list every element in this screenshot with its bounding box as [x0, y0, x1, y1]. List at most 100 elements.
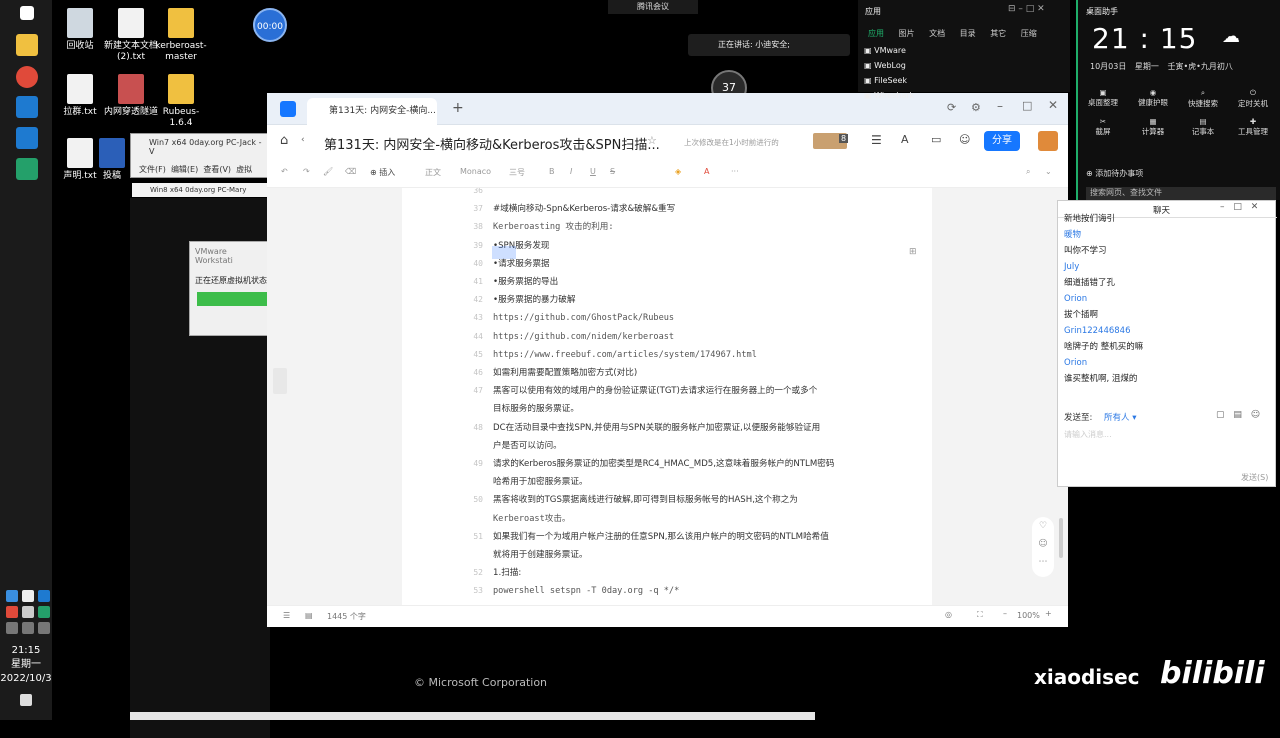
recipient-select[interactable]: 所有人 ▾: [1104, 411, 1136, 423]
vm-menu-file[interactable]: 文件(F): [139, 165, 166, 174]
more-icon[interactable]: ···: [731, 167, 739, 176]
taskbar-clock[interactable]: 21:15 星期一 2022/10/3: [0, 644, 52, 686]
wifi-icon[interactable]: [22, 590, 34, 602]
text-color-icon[interactable]: A: [704, 167, 709, 176]
chat-username[interactable]: July: [1064, 261, 1079, 273]
bold-icon[interactable]: B: [549, 167, 555, 176]
tab-zip[interactable]: 压缩: [1021, 29, 1037, 38]
chrome-icon[interactable]: [16, 66, 38, 88]
chat-username[interactable]: 暖物: [1064, 229, 1081, 241]
tool-eye-care[interactable]: ◉ 健康护眼: [1128, 88, 1178, 109]
scrollbar[interactable]: [1059, 518, 1063, 558]
tool-desktop-organize[interactable]: ▣ 桌面整理: [1078, 88, 1128, 109]
doc-page[interactable]: 36 37 #域横向移动-Spn&Kerberos-请求&破解&重写 38 Kerber…: [402, 188, 932, 605]
tool-notepad[interactable]: ▤ 记事本: [1178, 117, 1228, 137]
app-icon[interactable]: [16, 96, 38, 118]
tool-screenshot[interactable]: ✂ 截屏: [1078, 117, 1128, 137]
zoom-out-icon[interactable]: –: [1003, 609, 1007, 618]
close-icon[interactable]: ✕: [1048, 98, 1058, 112]
tab-dirs[interactable]: 目录: [960, 29, 976, 38]
desktop-icon[interactable]: kerberoast-master: [153, 8, 209, 63]
format-painter-icon[interactable]: 🖌: [323, 167, 333, 176]
volume-icon[interactable]: [38, 622, 50, 634]
strike-icon[interactable]: S: [610, 167, 615, 176]
chat-username[interactable]: Orion: [1064, 357, 1087, 369]
zoom-level[interactable]: 100%: [1017, 611, 1040, 620]
display-icon[interactable]: [6, 622, 18, 634]
app-icon-2[interactable]: [16, 158, 38, 180]
app-item[interactable]: ▣ FileSeek: [864, 73, 914, 88]
photo-icon[interactable]: [16, 127, 38, 149]
zoom-in-icon[interactable]: +: [1045, 609, 1052, 618]
undo-icon[interactable]: ↶: [281, 167, 288, 176]
app-item[interactable]: ▣ Wireshark: [864, 88, 914, 103]
folder-icon[interactable]: [16, 34, 38, 56]
desktop-icon[interactable]: 回收站: [52, 8, 108, 52]
avatar[interactable]: [1038, 131, 1058, 151]
tab-apps[interactable]: 应用: [868, 29, 884, 38]
doc-tab[interactable]: 第131天: 内网安全-横向...: [307, 98, 437, 125]
speaker-icon[interactable]: [22, 606, 34, 618]
settings-icon[interactable]: ⚙: [971, 101, 981, 114]
menu-icon[interactable]: ☰: [871, 133, 882, 147]
vm-menu-vm[interactable]: 虚拟: [236, 165, 252, 174]
app-item[interactable]: ▣ VMware: [864, 43, 914, 58]
underline-icon[interactable]: U: [590, 167, 596, 176]
vm-window-jack[interactable]: Win7 x64 0day.org PC-Jack - V 文件(F) 编辑(E…: [130, 133, 270, 178]
highlight-icon[interactable]: ◈: [675, 167, 681, 176]
outline-toggle[interactable]: [273, 368, 287, 394]
chat-input[interactable]: 请输入消息...: [1064, 429, 1112, 440]
assistant-search[interactable]: 搜索网页、查找文件: [1086, 187, 1276, 200]
tool-calculator[interactable]: ▦ 计算器: [1128, 117, 1178, 137]
collab-icon[interactable]: ☺: [959, 133, 970, 146]
chat-username[interactable]: Orion: [1064, 293, 1087, 305]
style-select[interactable]: 正文: [425, 167, 441, 178]
share-button[interactable]: 分享: [984, 131, 1020, 151]
redo-icon[interactable]: ↷: [303, 167, 310, 176]
app-logo-icon[interactable]: [280, 101, 296, 117]
new-tab-icon[interactable]: +: [452, 100, 464, 116]
vm-tab-mary[interactable]: Win8 x64 0day.org PC-Mary: [132, 183, 268, 197]
tab-docs[interactable]: 文档: [929, 29, 945, 38]
back-icon[interactable]: ‹: [301, 135, 305, 145]
present-icon[interactable]: ▭: [931, 133, 941, 146]
tool-quick-search[interactable]: ⌕ 快捷搜索: [1178, 88, 1228, 109]
mic-icon[interactable]: [6, 606, 18, 618]
outline-icon[interactable]: ☰: [283, 611, 290, 620]
tool-manage[interactable]: ✚ 工具管理: [1228, 117, 1278, 137]
fit-icon[interactable]: ⛶: [977, 610, 983, 620]
home-icon[interactable]: ⌂: [280, 133, 288, 148]
minimize-icon[interactable]: –: [997, 99, 1003, 113]
timer-badge[interactable]: 00:00: [253, 8, 287, 42]
word-count[interactable]: 1445 个字: [327, 611, 366, 622]
desktop-icon[interactable]: 内网穿透隧道: [103, 74, 159, 118]
add-comment-icon[interactable]: ⊞: [909, 247, 917, 257]
size-select[interactable]: 三号: [509, 167, 525, 178]
start-icon[interactable]: [20, 6, 34, 20]
insert-button[interactable]: ⊕ 插入: [370, 167, 395, 178]
desktop-icon[interactable]: 投稿: [92, 138, 132, 182]
app-item[interactable]: ▣ WebLog: [864, 58, 914, 73]
chat-controls[interactable]: – □ ✕: [1220, 202, 1258, 212]
search-icon[interactable]: ⌕: [1026, 167, 1030, 177]
shield-icon[interactable]: [6, 590, 18, 602]
chat-tool-icons[interactable]: ▢ ▤ ☺: [1216, 410, 1260, 420]
app-tray-icon[interactable]: [38, 590, 50, 602]
vm-menu-view[interactable]: 查看(V): [203, 165, 231, 174]
collapse-icon[interactable]: ⌄: [1045, 167, 1052, 176]
app-panel-tabs[interactable]: 应用 图片 文档 目录 其它 压缩: [868, 28, 1037, 39]
desktop-icon[interactable]: Rubeus-1.6.4: [153, 74, 209, 129]
tab-images[interactable]: 图片: [899, 29, 915, 38]
refresh-icon[interactable]: ⟳: [947, 101, 956, 114]
tool-shutdown[interactable]: ⏻ 定时关机: [1228, 88, 1278, 109]
network-icon[interactable]: [22, 622, 34, 634]
tencent-meeting-bar[interactable]: 腾讯会议: [608, 0, 698, 14]
nvidia-icon[interactable]: [38, 606, 50, 618]
font-icon[interactable]: A: [901, 133, 909, 146]
panel-controls[interactable]: ⊟ – □ ✕: [1008, 4, 1045, 14]
doc-title[interactable]: 第131天: 内网安全-横向移动&Kerberos攻击&SPN扫描...: [324, 134, 660, 153]
page-icon[interactable]: ▤: [305, 611, 313, 620]
floating-actions[interactable]: ♡ ☺ ⋯: [1032, 517, 1054, 577]
font-select[interactable]: Monaco: [460, 167, 491, 176]
maximize-icon[interactable]: □: [1022, 99, 1032, 112]
